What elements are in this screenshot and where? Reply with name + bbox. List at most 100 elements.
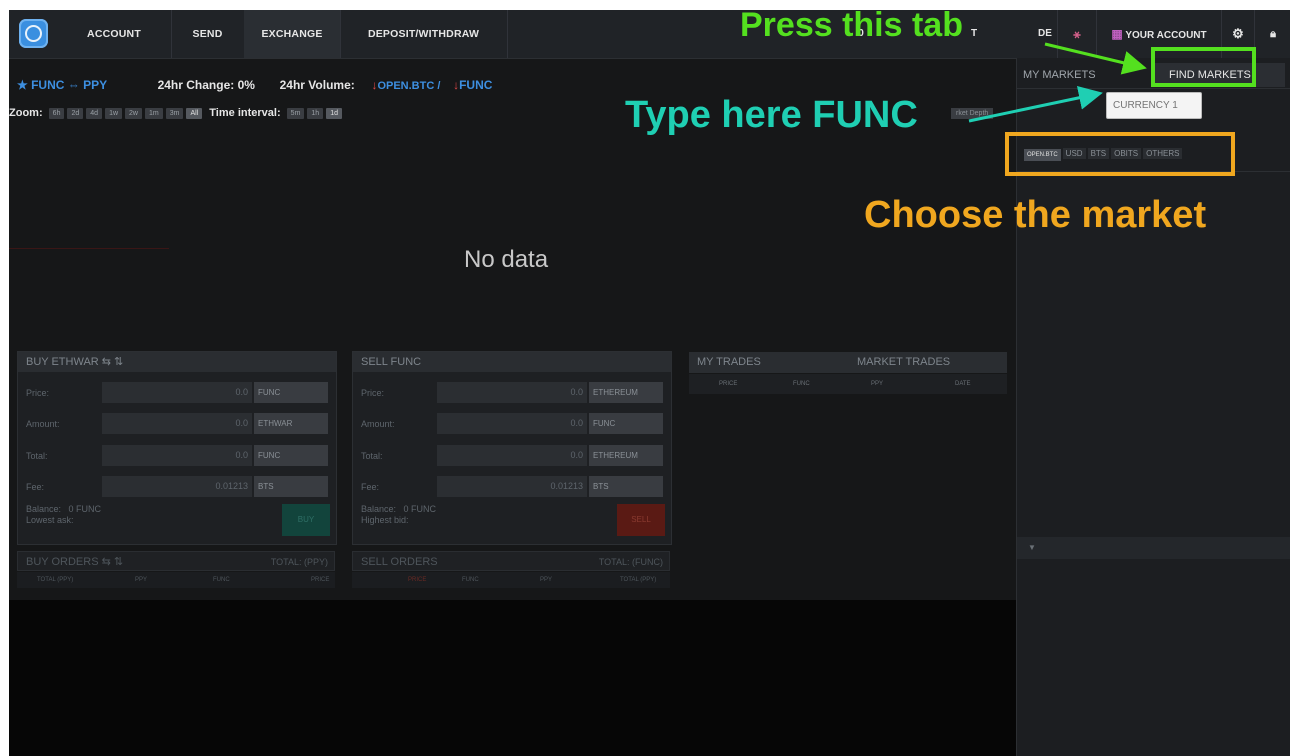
buy-balance: Balance: 0 FUNC Lowest ask:: [26, 504, 102, 525]
buy-col-price: PRICE: [311, 577, 330, 583]
sell-col-total: TOTAL (PPY): [620, 577, 657, 583]
tab-market-trades[interactable]: MARKET TRADES: [857, 356, 950, 368]
sell-fee-row: Fee: 0.01213 BTS: [353, 476, 671, 498]
market-pair[interactable]: ★ FUNC ⇔ PPY: [17, 78, 107, 92]
nav-tab-send[interactable]: SEND: [171, 10, 245, 58]
highlight-market-filter: [1005, 132, 1235, 176]
zoom-toolbar: Zoom: 6h 2d 4d 1w 2w 1m 3m All Time interval: 5…: [9, 107, 342, 119]
annotation-press-tab: Press this tab: [740, 10, 963, 44]
buy-col-total: TOTAL (PPY): [37, 577, 74, 583]
buy-col-ppy: PPY: [135, 577, 148, 583]
trades-col-ppy: PPY: [871, 381, 884, 387]
interval-1d[interactable]: 1d: [326, 108, 342, 119]
zoom-2w[interactable]: 2w: [125, 108, 142, 119]
sell-button[interactable]: SELL: [617, 504, 665, 536]
sell-col-ppy: PPY: [540, 577, 553, 583]
buy-orders-total: TOTAL: (PPY): [270, 557, 328, 567]
buy-orders-columns: TOTAL (PPY) PPY FUNC PRICE: [17, 572, 335, 588]
nav-tab-account[interactable]: ACCOUNT: [57, 10, 172, 58]
sell-orders-header: SELL ORDERS TOTAL: (FUNC): [352, 551, 670, 571]
sell-amount-row: Amount: 0.0 FUNC: [353, 413, 671, 435]
buy-total-label: Total:: [26, 451, 48, 461]
nav-tab-exchange[interactable]: EXCHANGE: [244, 10, 341, 58]
sell-total-input[interactable]: 0.0: [437, 445, 587, 466]
zoom-1w[interactable]: 1w: [105, 108, 123, 119]
sell-amount-label: Amount:: [361, 419, 395, 429]
sell-price-input[interactable]: 0.0: [437, 382, 587, 403]
zoom-4d[interactable]: 4d: [86, 108, 103, 119]
sell-panel: SELL FUNC Price: 0.0 ETHEREUM Amount: 0.…: [352, 351, 672, 545]
volume-func: FUNC: [459, 78, 493, 92]
buy-lowest-ask-label: Lowest ask:: [26, 515, 74, 525]
market-header: ★ FUNC ⇔ PPY 24hr Change: 0% 24hr Volume…: [17, 78, 492, 92]
trades-header: MY TRADES MARKET TRADES: [689, 352, 1007, 373]
buy-amount-label: Amount:: [26, 419, 60, 429]
interval-label: Time interval:: [209, 107, 281, 119]
zoom-6h[interactable]: 6h: [48, 108, 65, 119]
trades-col-func: FUNC: [793, 381, 810, 387]
zoom-3m[interactable]: 3m: [165, 108, 184, 119]
trades-col-date: DATE: [955, 381, 971, 387]
sell-highest-bid-label: Highest bid:: [361, 515, 409, 525]
nav-partial-text: T: [970, 28, 978, 39]
currency-search-input[interactable]: [1106, 92, 1202, 119]
tab-my-trades[interactable]: MY TRADES: [697, 356, 761, 368]
zoom-1m[interactable]: 1m: [144, 108, 163, 119]
trades-col-price: PRICE: [719, 381, 738, 387]
sell-panel-title: SELL FUNC: [353, 352, 671, 372]
logo-icon[interactable]: [19, 19, 48, 48]
lock-icon[interactable]: 🔒︎: [1254, 10, 1290, 58]
buy-fee-value: 0.01213: [102, 476, 252, 497]
buy-amount-input[interactable]: 0.0: [102, 413, 252, 434]
nav-tab-deposit-withdraw[interactable]: DEPOSIT/WITHDRAW: [340, 10, 508, 58]
trades-columns: PRICE FUNC PPY DATE: [689, 374, 1007, 394]
volume-label: 24hr Volume:: [279, 78, 355, 92]
language-flag-icon[interactable]: ⚹: [1057, 10, 1096, 58]
sell-orders-columns: PRICE FUNC PPY TOTAL (PPY): [352, 572, 670, 588]
zoom-all[interactable]: All: [186, 108, 203, 119]
buy-fee-unit[interactable]: BTS: [254, 476, 328, 497]
sell-price-unit: ETHEREUM: [589, 382, 663, 403]
buy-amount-unit: ETHWAR: [254, 413, 328, 434]
buy-button[interactable]: BUY: [282, 504, 330, 536]
sell-col-price: PRICE: [408, 577, 427, 583]
buy-orders-header: BUY ORDERS ⇆ ⇅ TOTAL: (PPY): [17, 551, 335, 571]
buy-total-row: Total: 0.0 FUNC: [18, 445, 336, 467]
buy-panel-title: BUY ETHWAR ⇆ ⇅: [18, 352, 336, 372]
buy-amount-row: Amount: 0.0 ETHWAR: [18, 413, 336, 435]
tab-my-markets[interactable]: MY MARKETS: [1023, 63, 1123, 87]
buy-total-input[interactable]: 0.0: [102, 445, 252, 466]
sell-price-label: Price:: [361, 388, 385, 398]
sidebar-divider: [1017, 88, 1290, 89]
sell-fee-label: Fee:: [361, 482, 380, 492]
highlight-find-markets: [1151, 47, 1256, 87]
buy-panel: BUY ETHWAR ⇆ ⇅ Price: 0.0 FUNC Amount: 0…: [17, 351, 337, 545]
sell-col-func: FUNC: [462, 577, 479, 583]
buy-price-row: Price: 0.0 FUNC: [18, 382, 336, 404]
zoom-2d[interactable]: 2d: [67, 108, 84, 119]
interval-1h[interactable]: 1h: [307, 108, 324, 119]
collapse-arrow-icon[interactable]: ▼: [1028, 543, 1036, 552]
sell-amount-input[interactable]: 0.0: [437, 413, 587, 434]
zoom-label: Zoom:: [9, 107, 43, 119]
account-label: YOUR ACCOUNT: [1125, 30, 1207, 41]
nav-partial-text: DE: [1038, 28, 1052, 39]
sell-amount-unit: FUNC: [589, 413, 663, 434]
sell-orders-title: SELL ORDERS: [361, 556, 438, 568]
change-label: 24hr Change: 0%: [157, 78, 255, 92]
sell-fee-unit[interactable]: BTS: [589, 476, 663, 497]
account-avatar-icon: ▦: [1111, 27, 1123, 41]
interval-5m[interactable]: 5m: [286, 108, 305, 119]
buy-price-input[interactable]: 0.0: [102, 382, 252, 403]
sell-orders-total: TOTAL: (FUNC): [598, 557, 663, 567]
sell-total-unit: ETHEREUM: [589, 445, 663, 466]
buy-fee-row: Fee: 0.01213 BTS: [18, 476, 336, 498]
buy-total-unit: FUNC: [254, 445, 328, 466]
top-navigation: ACCOUNT SEND EXCHANGE DEPOSIT/WITHDRAW 0…: [9, 10, 1290, 59]
app-window: ACCOUNT SEND EXCHANGE DEPOSIT/WITHDRAW 0…: [9, 10, 1290, 756]
market-depth-button[interactable]: rket Depth: [951, 108, 994, 119]
sidebar-collapse-bar[interactable]: [1017, 537, 1290, 559]
sell-price-row: Price: 0.0 ETHEREUM: [353, 382, 671, 404]
chart-no-data: No data: [464, 246, 549, 273]
volume-btc: OPEN.BTC /: [377, 80, 441, 92]
